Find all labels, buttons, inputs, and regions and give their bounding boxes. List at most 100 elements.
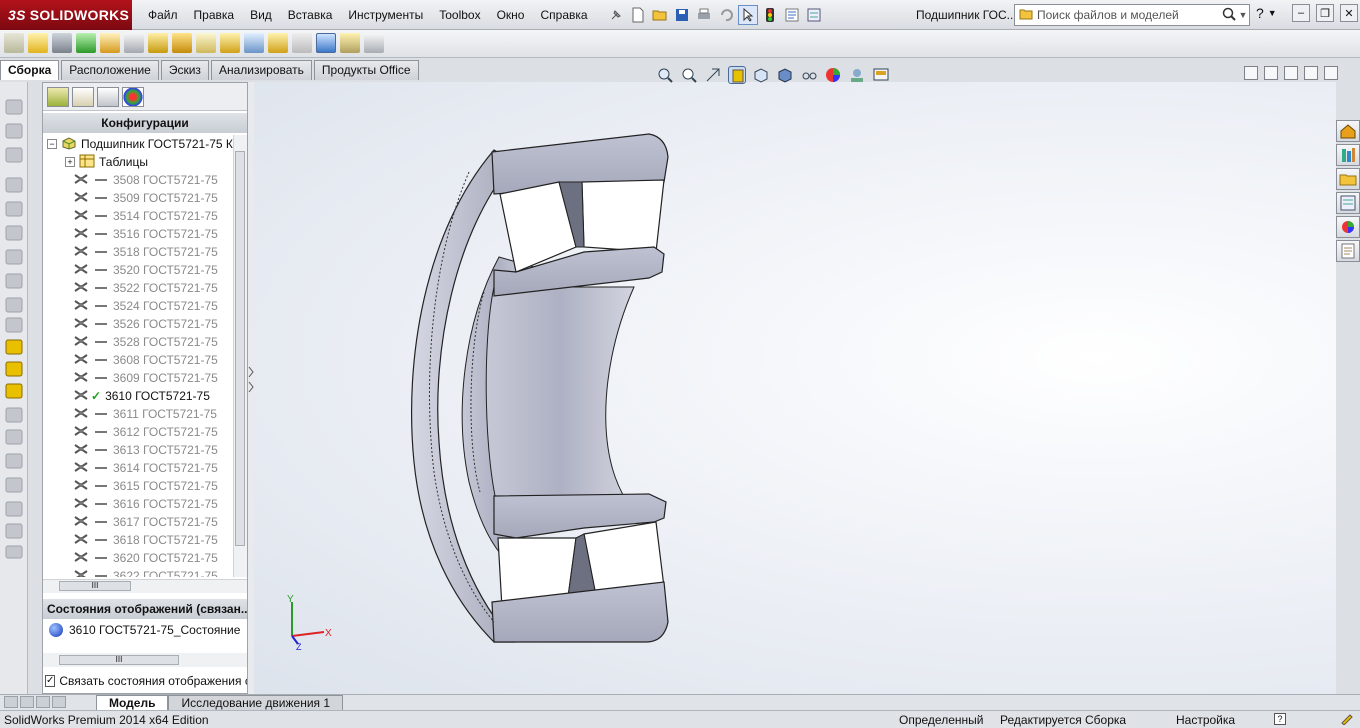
- close-icon[interactable]: ✕: [1340, 4, 1358, 22]
- section-view-icon[interactable]: [728, 66, 746, 84]
- mate-icon[interactable]: [52, 33, 72, 53]
- configuration-item[interactable]: 3611 ГОСТ5721-75: [73, 405, 217, 423]
- configuration-item[interactable]: 3508 ГОСТ5721-75: [73, 171, 218, 189]
- search-input[interactable]: Поиск файлов и моделей: [1037, 8, 1221, 22]
- configuration-item[interactable]: 3608 ГОСТ5721-75: [73, 351, 218, 369]
- smart-fasteners-icon[interactable]: [100, 33, 120, 53]
- tab-office-products[interactable]: Продукты Office: [313, 60, 419, 80]
- graphics-area[interactable]: Y X Z: [254, 82, 1336, 694]
- viewport-restore-icon[interactable]: [1304, 66, 1318, 80]
- edit-appearance-icon[interactable]: [824, 66, 842, 84]
- configuration-item[interactable]: 3514 ГОСТ5721-75: [73, 207, 218, 225]
- configuration-item[interactable]: 3613 ГОСТ5721-75: [73, 441, 218, 459]
- instant3d-icon[interactable]: [316, 33, 336, 53]
- configuration-item[interactable]: 3509 ГОСТ5721-75: [73, 189, 218, 207]
- last-tab-icon[interactable]: [52, 695, 66, 708]
- tab-sketch[interactable]: Эскиз: [160, 60, 209, 80]
- view-settings-icon[interactable]: [872, 66, 890, 84]
- zoom-to-area-icon[interactable]: [680, 66, 698, 84]
- tree-scroll-thumb[interactable]: [235, 151, 245, 546]
- menu-tools[interactable]: Инструменты: [340, 8, 431, 22]
- display-state-item[interactable]: 3610 ГОСТ5721-75_Состояние: [49, 623, 245, 637]
- viewport-close-icon[interactable]: [1324, 66, 1338, 80]
- viewport-single-icon[interactable]: [1264, 66, 1278, 80]
- view-orientation-icon[interactable]: [752, 66, 770, 84]
- exploded-view-icon[interactable]: [268, 33, 288, 53]
- new-document-icon[interactable]: [628, 5, 648, 25]
- configuration-item[interactable]: 3522 ГОСТ5721-75: [73, 279, 218, 297]
- next-tab-icon[interactable]: [36, 695, 50, 708]
- configuration-item[interactable]: 3615 ГОСТ5721-75: [73, 477, 218, 495]
- bill-of-materials-icon[interactable]: [244, 33, 264, 53]
- view-palette-icon[interactable]: [1336, 192, 1360, 214]
- tree-root[interactable]: − Подшипник ГОСТ5721-75 К: [43, 135, 233, 153]
- configuration-item[interactable]: 3609 ГОСТ5721-75: [73, 369, 218, 387]
- display-style-icon[interactable]: [776, 66, 794, 84]
- solidworks-resources-icon[interactable]: [1336, 120, 1360, 142]
- print-icon[interactable]: [694, 5, 714, 25]
- minimize-icon[interactable]: –: [1292, 4, 1310, 22]
- configuration-item[interactable]: 3620 ГОСТ5721-75: [73, 549, 218, 567]
- help-icon[interactable]: ?: [1256, 5, 1264, 21]
- assembly-features-icon[interactable]: [172, 33, 192, 53]
- status-pencil-icon[interactable]: [1340, 713, 1354, 728]
- displaymanager-tab-icon[interactable]: [122, 87, 144, 107]
- menu-window[interactable]: Окно: [489, 8, 533, 22]
- rebuild-traffic-light-icon[interactable]: [760, 5, 780, 25]
- collapse-icon[interactable]: −: [47, 139, 57, 149]
- open-folder-icon[interactable]: [650, 5, 670, 25]
- menu-file[interactable]: Файл: [140, 8, 186, 22]
- link-display-states-option[interactable]: ✓ Связать состояния отображения с: [43, 671, 247, 691]
- hide-show-items-icon[interactable]: [800, 66, 818, 84]
- status-units-settings[interactable]: Настройка: [1176, 713, 1235, 727]
- tree-h-scroll-thumb[interactable]: III: [59, 581, 131, 591]
- solidworks-logo[interactable]: 3S SOLIDWORKS: [0, 0, 132, 30]
- chevron-down-icon[interactable]: ▼: [1237, 10, 1249, 20]
- menu-insert[interactable]: Вставка: [280, 8, 341, 22]
- configuration-item[interactable]: 3617 ГОСТ5721-75: [73, 513, 218, 531]
- configuration-item[interactable]: 3524 ГОСТ5721-75: [73, 297, 218, 315]
- menu-view[interactable]: Вид: [242, 8, 280, 22]
- configuration-item[interactable]: 3618 ГОСТ5721-75: [73, 531, 218, 549]
- move-component-icon[interactable]: [124, 33, 144, 53]
- search-icon[interactable]: [1221, 6, 1237, 25]
- appearances-icon[interactable]: [1336, 216, 1360, 238]
- viewport-split-icon[interactable]: [1244, 66, 1258, 80]
- expand-icon[interactable]: +: [65, 157, 75, 167]
- apply-scene-icon[interactable]: [848, 66, 866, 84]
- pin-icon[interactable]: [606, 5, 626, 25]
- configuration-item[interactable]: 3612 ГОСТ5721-75: [73, 423, 218, 441]
- configuration-item[interactable]: 3526 ГОСТ5721-75: [73, 315, 218, 333]
- previous-view-icon[interactable]: [704, 66, 722, 84]
- propertymanager-tab-icon[interactable]: [72, 87, 94, 107]
- configuration-item[interactable]: 3518 ГОСТ5721-75: [73, 243, 218, 261]
- component-pattern-icon[interactable]: [76, 33, 96, 53]
- explode-line-icon[interactable]: [292, 33, 312, 53]
- reference-geometry-icon[interactable]: [196, 33, 216, 53]
- insert-components-icon[interactable]: [4, 33, 24, 53]
- undo-icon[interactable]: [716, 5, 736, 25]
- status-help-icon[interactable]: ?: [1274, 713, 1286, 725]
- restore-icon[interactable]: ❐: [1316, 4, 1334, 22]
- configuration-item[interactable]: 3622 ГОСТ5721-75: [73, 567, 218, 577]
- design-library-icon[interactable]: [1336, 144, 1360, 166]
- new-part-icon[interactable]: [28, 33, 48, 53]
- tab-layout[interactable]: Расположение: [61, 60, 159, 80]
- zoom-to-fit-icon[interactable]: [656, 66, 674, 84]
- file-explorer-icon[interactable]: [1336, 168, 1360, 190]
- show-hidden-icon[interactable]: [148, 33, 168, 53]
- featuremanager-tab-icon[interactable]: [47, 87, 69, 107]
- display-states-scroll-thumb[interactable]: III: [59, 655, 179, 665]
- first-tab-icon[interactable]: [4, 695, 18, 708]
- tab-evaluate[interactable]: Анализировать: [210, 60, 312, 80]
- configuration-item[interactable]: 3614 ГОСТ5721-75: [73, 459, 218, 477]
- menu-help[interactable]: Справка: [532, 8, 595, 22]
- tab-model[interactable]: Модель: [96, 694, 169, 711]
- search-box[interactable]: Поиск файлов и моделей ▼: [1014, 4, 1250, 26]
- file-properties-icon[interactable]: [782, 5, 802, 25]
- options-icon[interactable]: [804, 5, 824, 25]
- viewport-minimize-icon[interactable]: [1284, 66, 1298, 80]
- tab-assembly[interactable]: Сборка: [0, 60, 60, 80]
- tables-node[interactable]: + Таблицы: [65, 153, 148, 171]
- help-dropdown-icon[interactable]: ▼: [1268, 8, 1277, 18]
